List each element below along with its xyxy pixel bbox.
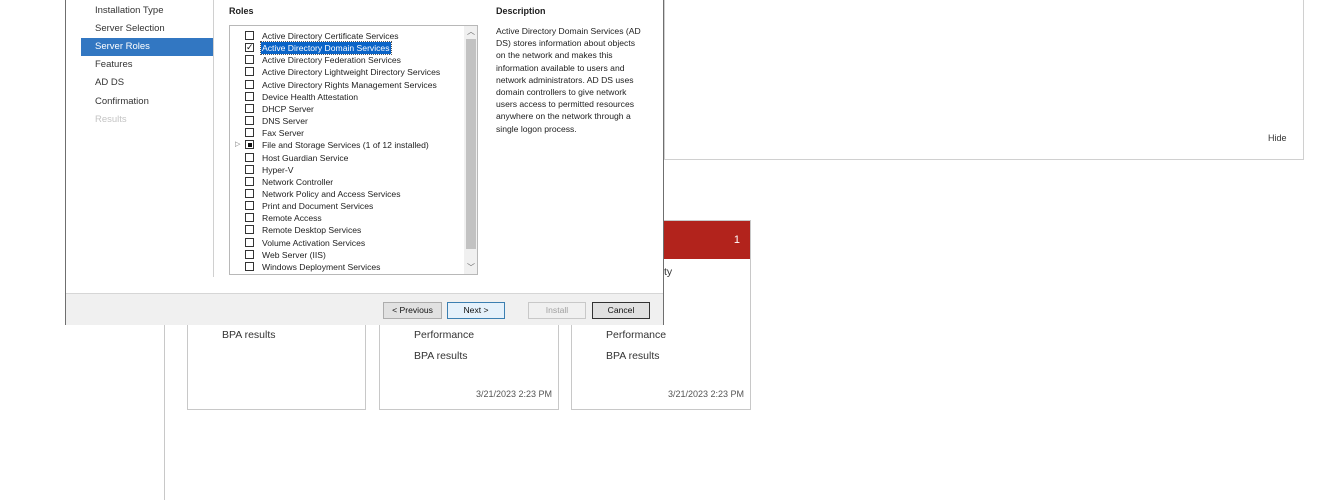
role-label: DHCP Server [262,103,314,114]
role-checkbox[interactable] [245,261,254,271]
role-checkbox[interactable] [245,103,254,113]
wizard-nav-divider [213,0,214,277]
role-checkbox[interactable] [245,176,254,186]
role-label: DNS Server [262,116,308,127]
role-label: Active Directory Domain Services [260,41,392,56]
manageability-label[interactable]: ty [664,266,672,278]
role-item[interactable]: Hyper-V [230,164,464,176]
bpa-results-label[interactable]: BPA results [222,329,276,341]
role-item[interactable]: Active Directory Rights Management Servi… [230,79,464,91]
role-label: Active Directory Federation Services [262,55,401,66]
performance-label[interactable]: Performance [606,329,666,341]
nav-features[interactable]: Features [81,56,213,74]
role-checkbox[interactable] [245,91,254,101]
next-button[interactable]: Next > [447,302,505,319]
role-item[interactable]: Active Directory Federation Services [230,54,464,66]
role-item[interactable]: Device Health Attestation [230,91,464,103]
role-checkbox[interactable] [245,213,254,223]
roles-heading: Roles [229,6,254,16]
role-label: Device Health Attestation [262,91,359,102]
role-checkbox[interactable] [245,67,254,77]
role-item[interactable]: Host Guardian Service [230,152,464,164]
scroll-down-icon[interactable]: ﹀ [464,262,477,274]
nav-ad-ds[interactable]: AD DS [81,74,213,92]
role-label: Host Guardian Service [262,152,349,163]
nav-server-roles[interactable]: Server Roles [81,38,213,56]
hide-link[interactable]: Hide [1268,133,1287,143]
bpa-results-label[interactable]: BPA results [606,350,660,362]
role-item[interactable]: Network Policy and Access Services [230,188,464,200]
nav-confirmation[interactable]: Confirmation [81,93,213,111]
wizard-footer: < Previous Next > Install Cancel [66,293,663,325]
roles-list[interactable]: Active Directory Certificate ServicesAct… [229,25,478,275]
previous-button[interactable]: < Previous [383,302,442,319]
role-item[interactable]: Active Directory Certificate Services [230,30,464,42]
cancel-button[interactable]: Cancel [592,302,650,319]
role-checkbox[interactable] [245,55,254,65]
roles-scrollbar[interactable]: ︿ ﹀ [464,26,477,274]
role-checkbox[interactable] [245,225,254,235]
role-checkbox[interactable] [245,237,254,247]
role-label: Volume Activation Services [262,237,366,248]
role-label: File and Storage Services (1 of 12 insta… [262,140,429,151]
role-checkbox[interactable] [245,128,254,138]
role-item[interactable]: Volume Activation Services [230,237,464,249]
role-checkbox[interactable] [245,249,254,259]
role-item[interactable]: Web Server (IIS) [230,249,464,261]
description-heading: Description [496,6,546,16]
tile-timestamp: 3/21/2023 2:23 PM [667,389,744,399]
role-item[interactable]: Active Directory Lightweight Directory S… [230,66,464,78]
role-item[interactable]: Network Controller [230,176,464,188]
role-item[interactable]: DHCP Server [230,103,464,115]
role-checkbox[interactable] [245,79,254,89]
role-checkbox[interactable] [245,164,254,174]
role-item[interactable]: Print and Document Services [230,200,464,212]
role-item[interactable]: Fax Server [230,127,464,139]
scroll-thumb[interactable] [466,39,476,249]
performance-label[interactable]: Performance [414,329,474,341]
role-checkbox[interactable] [245,188,254,198]
role-checkbox[interactable] [245,140,254,150]
install-button: Install [528,302,586,319]
role-label: Network Controller [262,176,334,187]
role-label: Remote Desktop Services [262,225,362,236]
role-label: Active Directory Lightweight Directory S… [262,67,441,78]
expand-icon[interactable]: ▷ [235,139,240,151]
scroll-up-icon[interactable]: ︿ [464,26,477,38]
role-checkbox[interactable] [245,152,254,162]
add-roles-wizard: Installation Type Server Selection Serve… [65,0,664,325]
role-label: Hyper-V [262,164,294,175]
role-label: Active Directory Rights Management Servi… [262,79,437,90]
role-item[interactable]: Remote Desktop Services [230,224,464,236]
role-label: Remote Access [262,213,322,224]
role-item[interactable]: Active Directory Domain Services [230,41,464,56]
nav-server-selection[interactable]: Server Selection [81,20,213,38]
role-item[interactable]: Windows Deployment Services [230,261,464,273]
bpa-results-label[interactable]: BPA results [414,350,468,362]
role-label: Active Directory Certificate Services [262,31,399,41]
role-label: Windows Deployment Services [262,261,381,272]
role-item[interactable]: DNS Server [230,115,464,127]
role-label: Print and Document Services [262,201,374,212]
role-checkbox[interactable] [245,201,254,211]
role-checkbox[interactable] [245,41,254,53]
alert-count: 1 [733,234,740,246]
nav-results: Results [95,114,127,125]
welcome-panel: Hide [664,0,1304,160]
role-label: Fax Server [262,128,305,139]
role-label: Network Policy and Access Services [262,188,401,199]
role-item[interactable]: Remote Access [230,212,464,224]
role-label: Web Server (IIS) [262,249,326,260]
nav-installation-type[interactable]: Installation Type [81,2,213,20]
role-description: Active Directory Domain Services (AD DS)… [496,26,641,134]
role-checkbox[interactable] [245,31,254,40]
tile-timestamp: 3/21/2023 2:23 PM [475,389,552,399]
role-item[interactable]: ▷ File and Storage Services (1 of 12 inst… [230,139,464,151]
role-checkbox[interactable] [245,116,254,126]
